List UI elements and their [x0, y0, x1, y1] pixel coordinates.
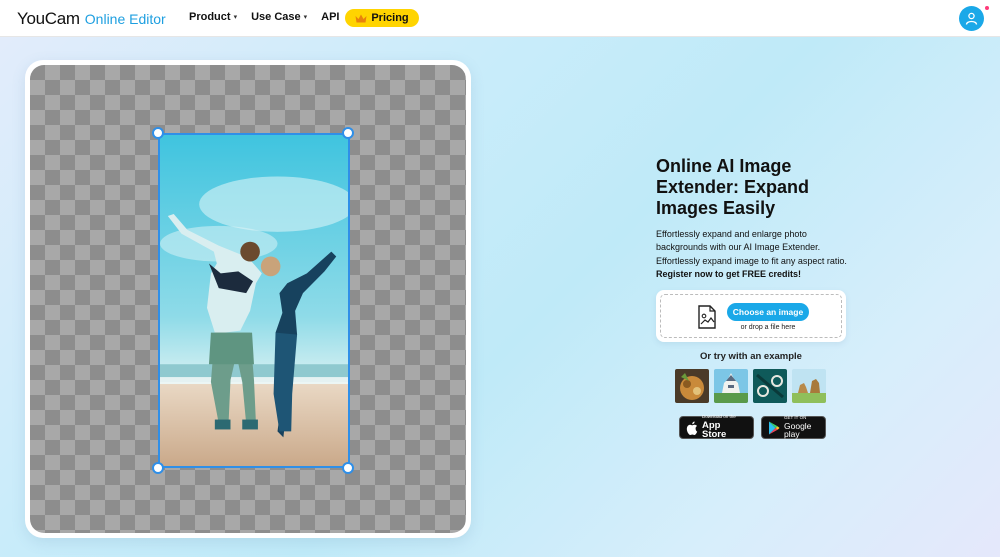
top-navbar: YouCam Online Editor Product ▾ Use Case … [0, 0, 1000, 37]
transparent-canvas [30, 65, 466, 533]
resize-handle-bottom-right[interactable] [342, 462, 354, 474]
resize-handle-top-right[interactable] [342, 127, 354, 139]
example-jewelry-thumbnail[interactable] [753, 369, 787, 403]
chevron-down-icon: ▾ [303, 14, 308, 21]
resize-handle-bottom-left[interactable] [152, 462, 164, 474]
page-title: Online AI Image Extender: Expand Images … [656, 156, 810, 218]
page-description: Effortlessly expand and enlarge photo ba… [656, 228, 856, 281]
example-food-thumbnail[interactable] [675, 369, 709, 403]
example-castle-thumbnail[interactable] [714, 369, 748, 403]
description-text: Effortlessly expand and enlarge photo ba… [656, 229, 847, 266]
main-nav: Product ▾ Use Case ▾ API [189, 11, 352, 23]
app-store-big-text: App Store [702, 419, 727, 441]
camels-image [792, 369, 826, 403]
pricing-label: Pricing [371, 12, 409, 24]
example-thumbnails [675, 369, 826, 403]
castle-image [714, 369, 748, 403]
jewelry-image [753, 369, 787, 403]
app-store-badges: Download on the App Store GET IT ON Goog… [679, 415, 826, 441]
pricing-button[interactable]: Pricing [345, 9, 419, 27]
upload-dropzone-inner[interactable]: Choose an image or drop a file here [660, 294, 842, 338]
couple-beach-photo [160, 135, 348, 466]
user-avatar-button[interactable] [959, 6, 984, 31]
app-store-badge[interactable]: Download on the App Store [679, 415, 754, 441]
upload-dropzone[interactable]: Choose an image or drop a file here [656, 290, 846, 342]
image-file-icon [698, 305, 716, 329]
nav-product[interactable]: Product ▾ [189, 11, 237, 23]
nav-product-label: Product [189, 11, 231, 23]
drop-file-hint: or drop a file here [740, 324, 796, 331]
source-photo[interactable] [158, 133, 350, 468]
chevron-down-icon: ▾ [233, 14, 238, 21]
notification-dot [985, 6, 989, 10]
example-camels-thumbnail[interactable] [792, 369, 826, 403]
google-play-badge[interactable]: GET IT ON Google play [761, 416, 826, 439]
free-credits-text: Register now to get FREE credits! [656, 268, 802, 279]
logo-main-text: YouCam [17, 9, 80, 28]
youcam-logo[interactable]: YouCam Online Editor [17, 9, 166, 29]
food-image [675, 369, 709, 403]
google-play-big-text: Google play [784, 420, 812, 440]
nav-api-label: API [321, 11, 340, 23]
logo-sub-text: Online Editor [84, 11, 166, 27]
resize-handle-top-left[interactable] [152, 127, 164, 139]
google-play-icon [769, 421, 780, 434]
nav-api[interactable]: API [321, 11, 339, 23]
nav-use-case-label: Use Case [251, 11, 301, 23]
user-icon [965, 12, 978, 25]
nav-use-case[interactable]: Use Case ▾ [251, 11, 307, 23]
crown-icon [355, 14, 367, 22]
apple-icon [686, 421, 698, 435]
image-extender-preview [25, 60, 471, 538]
choose-image-button[interactable]: Choose an image [727, 303, 809, 321]
examples-heading: Or try with an example [700, 351, 802, 362]
